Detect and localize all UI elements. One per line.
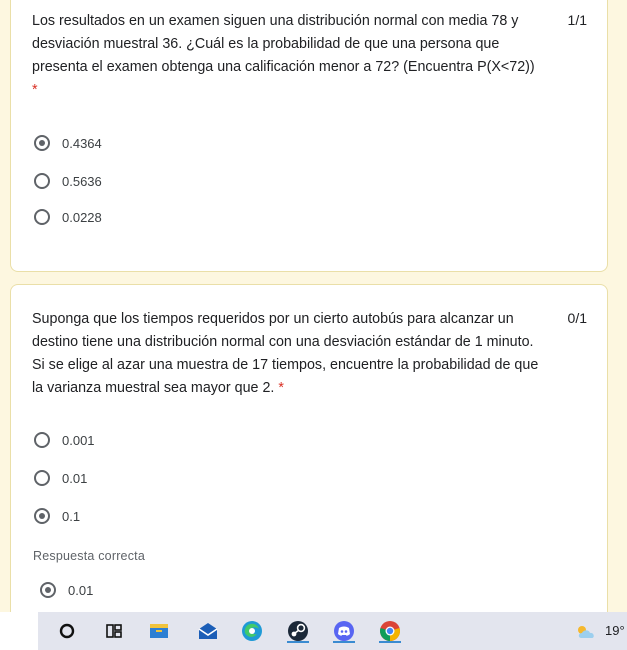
radio-icon[interactable] xyxy=(34,432,50,448)
option-2-2[interactable]: 0.01 xyxy=(34,468,87,488)
radio-icon[interactable] xyxy=(34,173,50,189)
option-label: 0.001 xyxy=(62,432,95,448)
radio-selected-icon[interactable] xyxy=(34,508,50,524)
option-label: 0.0228 xyxy=(62,209,102,225)
question-card-2: Suponga que los tiempos requeridos por u… xyxy=(10,284,608,624)
correct-answer-label: 0.01 xyxy=(68,582,94,598)
cloudy-sun-icon[interactable] xyxy=(575,620,599,644)
active-indicator xyxy=(287,641,309,643)
active-indicator xyxy=(333,641,355,643)
search-circle-icon[interactable] xyxy=(55,619,79,643)
radio-icon[interactable] xyxy=(34,209,50,225)
question-2-score: 0/1 xyxy=(567,310,587,326)
option-label: 0.5636 xyxy=(62,173,102,189)
correct-answer-heading: Respuesta correcta xyxy=(33,549,145,563)
correct-answer-option: 0.01 xyxy=(40,580,93,600)
weather-temperature[interactable]: 19° xyxy=(605,623,625,638)
radio-selected-icon[interactable] xyxy=(34,135,50,151)
file-explorer-icon[interactable] xyxy=(147,619,171,643)
taskbar: 19° xyxy=(0,612,627,650)
option-1-1[interactable]: 0.4364 xyxy=(34,133,102,153)
question-2-body: Suponga que los tiempos requeridos por u… xyxy=(32,311,539,396)
steam-icon[interactable] xyxy=(286,619,310,643)
question-1-body: Los resultados en un examen siguen una d… xyxy=(32,13,535,75)
mail-icon[interactable] xyxy=(196,619,220,643)
active-indicator xyxy=(379,641,401,643)
option-1-3[interactable]: 0.0228 xyxy=(34,207,102,227)
required-asterisk: * xyxy=(32,82,38,98)
chrome-icon[interactable] xyxy=(378,619,402,643)
option-label: 0.4364 xyxy=(62,135,102,151)
option-label: 0.01 xyxy=(62,470,88,486)
radio-icon[interactable] xyxy=(34,470,50,486)
task-view-icon[interactable] xyxy=(102,619,126,643)
option-1-2[interactable]: 0.5636 xyxy=(34,171,102,191)
option-2-3[interactable]: 0.1 xyxy=(34,506,80,526)
radio-selected-icon xyxy=(40,582,56,598)
edge-icon[interactable] xyxy=(240,619,264,643)
taskbar-search-box[interactable] xyxy=(0,612,38,650)
question-2-text: Suponga que los tiempos requeridos por u… xyxy=(32,308,550,400)
option-label: 0.1 xyxy=(62,508,81,524)
option-2-1[interactable]: 0.001 xyxy=(34,430,95,450)
question-card-1: Los resultados en un examen siguen una d… xyxy=(10,0,608,272)
question-1-text: Los resultados en un examen siguen una d… xyxy=(32,10,550,102)
discord-icon[interactable] xyxy=(332,619,356,643)
question-1-score: 1/1 xyxy=(567,12,587,28)
required-asterisk: * xyxy=(278,380,284,396)
